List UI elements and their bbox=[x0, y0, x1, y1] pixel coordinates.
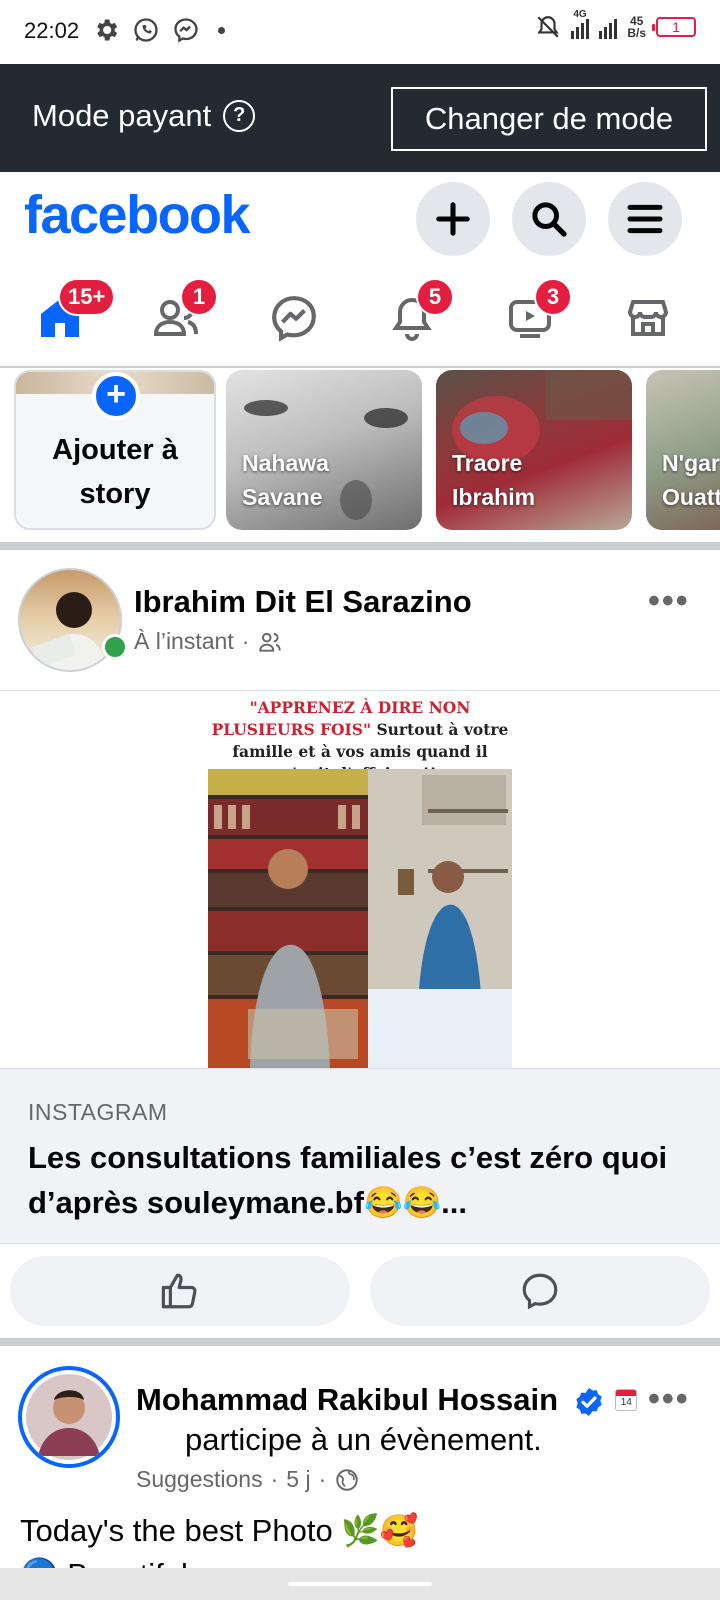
signal-icon bbox=[599, 15, 618, 39]
story-author-name: N'gar Ouatt bbox=[662, 450, 720, 510]
post-text: Today's the best Photo 🌿🥰 bbox=[20, 1513, 419, 1548]
hamburger-menu-icon bbox=[627, 204, 663, 234]
status-bar: 22:02 4G 45 B/s 1 bbox=[0, 0, 720, 64]
feed-divider bbox=[0, 542, 720, 550]
online-status-dot bbox=[102, 634, 128, 660]
system-gesture-bar bbox=[0, 1568, 720, 1600]
create-story-label: Ajouter à story bbox=[52, 434, 178, 510]
meme-photo-full-shop bbox=[208, 769, 368, 1069]
post-image-area[interactable]: "APPRENEZ À DIRE NON PLUSIEURS FOIS" Sur… bbox=[0, 690, 720, 1069]
tab-messenger[interactable] bbox=[254, 278, 334, 358]
thumbs-up-icon bbox=[161, 1273, 197, 1309]
notifications-badge: 5 bbox=[416, 278, 454, 316]
friends-badge: 1 bbox=[180, 278, 218, 316]
story-author-name: Traore Ibrahim bbox=[452, 450, 536, 510]
create-button[interactable] bbox=[416, 182, 490, 256]
post-meta: À l’instant · bbox=[134, 628, 283, 655]
verified-badge-icon bbox=[575, 1387, 602, 1416]
status-time: 22:02 bbox=[24, 18, 80, 43]
author-avatar[interactable] bbox=[18, 1366, 120, 1468]
post-options-button[interactable]: ••• bbox=[648, 1380, 690, 1419]
tab-marketplace[interactable] bbox=[608, 278, 688, 358]
story-card[interactable]: Nahawa Savane bbox=[226, 370, 422, 530]
post-timestamp[interactable]: 5 j bbox=[286, 1466, 310, 1493]
story-card[interactable]: Traore Ibrahim bbox=[436, 370, 632, 530]
post-author-name[interactable]: Mohammad Rakibul Hossain 14 bbox=[136, 1382, 638, 1418]
story-author-name: Nahawa Savane bbox=[242, 450, 329, 510]
dot-icon bbox=[218, 26, 225, 34]
search-button[interactable] bbox=[512, 182, 586, 256]
plus-icon bbox=[436, 202, 470, 236]
battery-icon: 1 bbox=[652, 17, 696, 37]
avatar-photo bbox=[26, 1374, 112, 1460]
friends-audience-icon bbox=[259, 632, 282, 652]
suggestions-label: Suggestions bbox=[136, 1466, 263, 1492]
meme-photo-empty-shop bbox=[368, 769, 512, 1069]
globe-public-icon bbox=[336, 1468, 358, 1491]
nav-tabs: 15+ 1 5 3 bbox=[0, 268, 720, 368]
messenger-icon bbox=[272, 296, 316, 342]
calendar-icon: 14 bbox=[615, 1388, 638, 1411]
empty-shop-illustration bbox=[368, 769, 512, 1069]
feed-divider bbox=[0, 1338, 720, 1346]
link-title: Les consultations familiales c’est zéro … bbox=[28, 1140, 668, 1220]
post-timestamp[interactable]: À l’instant bbox=[134, 628, 234, 655]
home-indicator[interactable] bbox=[288, 1582, 432, 1586]
mode-label[interactable]: Mode payant ? bbox=[32, 98, 256, 134]
post-meme-image: "APPRENEZ À DIRE NON PLUSIEURS FOIS" Sur… bbox=[208, 691, 512, 1069]
settings-gear-icon bbox=[97, 19, 118, 41]
comment-icon bbox=[522, 1273, 558, 1310]
post-options-button[interactable]: ••• bbox=[648, 582, 690, 621]
post-author-name[interactable]: Ibrahim Dit El Sarazino bbox=[134, 584, 472, 620]
add-story-plus-icon[interactable]: + bbox=[92, 372, 140, 420]
like-button[interactable] bbox=[10, 1256, 350, 1326]
stories-tray: + Ajouter à story Nahawa Savane Traore I… bbox=[0, 370, 720, 542]
menu-button[interactable] bbox=[608, 182, 682, 256]
post-actions bbox=[0, 1244, 720, 1338]
video-badge: 3 bbox=[534, 278, 572, 316]
facebook-logo[interactable]: facebook bbox=[24, 184, 251, 246]
event-participation-text: participe à un évènement. bbox=[185, 1422, 542, 1457]
post-meta: Suggestions · 5 j · bbox=[136, 1466, 360, 1493]
signal-4g-icon: 4G bbox=[571, 9, 590, 39]
mode-bar: Mode payant ? Changer de mode bbox=[0, 64, 720, 172]
marketplace-icon bbox=[627, 300, 669, 336]
create-story-card[interactable]: + Ajouter à story bbox=[14, 370, 216, 530]
link-preview[interactable]: INSTAGRAM Les consultations familiales c… bbox=[0, 1068, 720, 1244]
top-header: facebook bbox=[0, 172, 720, 268]
network-speed: 45 B/s bbox=[627, 14, 646, 40]
comment-button[interactable] bbox=[370, 1256, 710, 1326]
change-mode-button[interactable]: Changer de mode bbox=[391, 87, 707, 151]
full-shop-illustration bbox=[208, 769, 368, 1069]
link-source: INSTAGRAM bbox=[28, 1099, 168, 1125]
messenger-notif-icon bbox=[174, 18, 198, 43]
search-icon bbox=[532, 202, 567, 237]
help-icon[interactable]: ? bbox=[223, 100, 256, 132]
whatsapp-icon bbox=[134, 18, 158, 42]
mute-bell-icon bbox=[537, 16, 560, 38]
home-badge: 15+ bbox=[58, 278, 116, 316]
story-card[interactable]: N'gar Ouatt bbox=[646, 370, 720, 530]
